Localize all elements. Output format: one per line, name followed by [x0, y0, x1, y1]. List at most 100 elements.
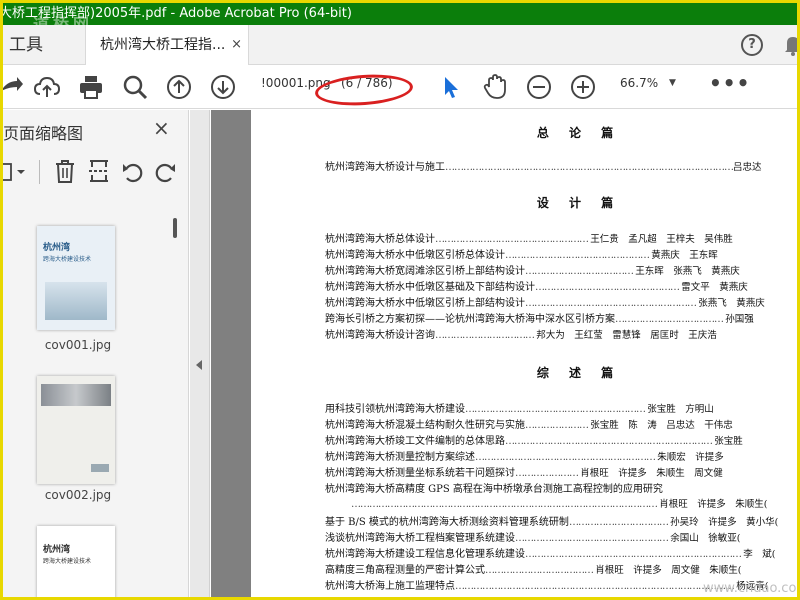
- entry-authors: 吕忠达: [733, 162, 762, 173]
- panel-collapse-strip[interactable]: [190, 110, 210, 597]
- watermark: www.cndao.com: [703, 581, 800, 596]
- entry-authors: 朱顺宏 许提多: [657, 452, 724, 463]
- entry-authors: 王仁贵 孟凡超 王梓夫 吴伟胜: [590, 234, 733, 245]
- entry-title: 杭州湾跨海大桥宽阔滩涂区引桥上部结构设计: [325, 266, 525, 277]
- extract-pages-icon[interactable]: [87, 158, 111, 184]
- document-view[interactable]: 总 论 篇 杭州湾跨海大桥设计与施工……………………………………………………………: [211, 110, 797, 597]
- trash-icon[interactable]: [53, 158, 77, 184]
- zoom-level[interactable]: 66.7%: [620, 76, 658, 90]
- zoom-in-icon[interactable]: [569, 73, 597, 101]
- thumbnail-page-3[interactable]: 杭州湾 跨海大桥建设技术: [37, 526, 115, 597]
- toc-entry: 杭州湾跨海大桥高精度 GPS 高程在海中桥墩承台测施工高程控制的应用研究: [325, 480, 797, 495]
- tab-tools[interactable]: 工具: [9, 25, 43, 65]
- toc-entry: 杭州湾跨海大桥水中低墩区引桥上部结构设计………………………………………………… …: [325, 294, 797, 309]
- toc-entry: 杭州湾跨海大桥宽阔滩涂区引桥上部结构设计……………………………… 王东晖 张燕飞…: [325, 262, 797, 277]
- entry-authors: 王东晖 张燕飞 黄燕庆: [635, 266, 740, 277]
- thumbnail-cover-title: 杭州湾: [43, 545, 71, 555]
- leader-dots: …………………………………………………………………………………: [455, 581, 737, 592]
- section-heading: 综 述 篇: [536, 366, 622, 380]
- entry-title: 杭州湾跨海大桥设计与施工: [325, 162, 445, 173]
- leader-dots: ………………………………………………………………: [525, 549, 744, 560]
- entry-authors: 李 斌(: [743, 549, 776, 560]
- entry-title: 杭州湾跨海大桥混凝土结构耐久性研究与实施: [325, 420, 525, 431]
- entry-title: 基于 B/S 模式的杭州湾跨海大桥测绘资料管理系统研制: [325, 517, 569, 528]
- pdf-page: 总 论 篇 杭州湾跨海大桥设计与施工……………………………………………………………: [251, 110, 797, 597]
- thumbnail-panel: 页面缩略图 × 杭州湾 跨海大桥建设技术 cov001.jpg cov002.j…: [0, 110, 189, 597]
- leader-dots: ………………………………: [615, 314, 726, 325]
- zoom-out-icon[interactable]: [525, 73, 553, 101]
- collapse-arrow-icon[interactable]: [196, 360, 202, 370]
- leader-dots: ……………………………………………………………………………………: [445, 162, 734, 173]
- entry-title: 用科技引领杭州湾跨海大桥建设: [325, 404, 465, 415]
- leader-dots: …………………: [515, 468, 581, 479]
- toc-entry: 杭州湾跨海大桥测量坐标系统若干问题探讨………………… 肖根旺 许提多 朱顺生 周…: [325, 464, 797, 479]
- zoom-search-icon[interactable]: [121, 73, 149, 101]
- print-icon[interactable]: [77, 73, 105, 101]
- toc-entry: 跨海长引桥之方案初探——论杭州湾跨海大桥海中深水区引桥方案………………………………: [325, 310, 797, 325]
- options-dropdown-icon[interactable]: [0, 160, 29, 184]
- entry-title: 杭州湾跨海大桥水中低墩区基础及下部结构设计: [325, 282, 535, 293]
- more-tools-icon[interactable]: •••: [709, 71, 750, 95]
- toc-entry: 杭州湾跨海大桥总体设计…………………………………………… 王仁贵 孟凡超 王梓夫…: [325, 230, 797, 245]
- thumbnail-barcode: [91, 464, 109, 472]
- thumbnail-cover-subtitle: 跨海大桥建设技术: [43, 256, 92, 263]
- entry-title: 杭州湾跨海大桥总体设计: [325, 234, 435, 245]
- entry-authors: 张燕飞 黄燕庆: [698, 298, 765, 309]
- upload-icon[interactable]: [33, 73, 61, 101]
- toc-entry: 杭州湾跨海大桥设计咨询…………………………… 邦大为 王红莹 雷慧锋 居匡时 王…: [325, 326, 797, 341]
- entry-authors: 张宝胜 陈 涛 吕忠达 干伟忠: [590, 420, 733, 431]
- leader-dots: ……………………………………………………: [465, 404, 648, 415]
- leader-dots: ………………………………: [485, 565, 596, 576]
- leader-dots: ……………………………………………………: [475, 452, 658, 463]
- toc-entry: 杭州湾跨海大桥水中低墩区引桥总体设计………………………………………… 黄燕庆 王…: [325, 246, 797, 261]
- leader-dots: …………………………………………………: [525, 298, 699, 309]
- entry-title: 浅谈杭州湾跨海大桥工程档案管理系统建设: [325, 533, 515, 544]
- thumbnail-label: cov002.jpg: [44, 488, 112, 502]
- entry-title: 杭州湾大桥海上施工监理特点: [325, 581, 455, 592]
- entry-authors: 雷文平 黄燕庆: [681, 282, 748, 293]
- entry-authors: 张宝胜: [714, 436, 743, 447]
- chevron-down-icon[interactable]: ▼: [669, 78, 676, 88]
- entry-authors: 肖根旺 许提多 朱顺生 周文健: [580, 468, 723, 479]
- entry-title: 杭州湾跨海大桥测量坐标系统若干问题探讨: [325, 468, 515, 479]
- entry-authors: 肖根旺 许提多 朱顺生(: [659, 499, 777, 510]
- title-bar: 大桥工程指挥部)2005年.pdf - Adobe Acrobat Pro (6…: [3, 3, 797, 25]
- thumbnail-page-2[interactable]: [37, 376, 115, 484]
- tab-bar: 工具 杭州湾大桥工程指... × ?: [3, 25, 800, 65]
- select-arrow-icon[interactable]: [437, 73, 465, 101]
- thumbnail-page-1[interactable]: 杭州湾 跨海大桥建设技术: [37, 226, 115, 330]
- panel-title: 页面缩略图: [3, 124, 84, 143]
- share-icon[interactable]: [0, 73, 25, 101]
- next-page-icon[interactable]: [209, 73, 237, 101]
- bell-icon[interactable]: [783, 34, 800, 56]
- leader-dots: …………………………………………………………………………………………: [351, 499, 660, 510]
- leader-dots: …………………………………………: [505, 250, 652, 261]
- entry-authors: 肖根旺 许提多 周文健 朱顺生(: [595, 565, 742, 576]
- entry-title: 杭州湾跨海大桥高精度 GPS 高程在海中桥墩承台测施工高程控制的应用研究: [325, 484, 663, 495]
- toc-entry: 杭州湾跨海大桥混凝土结构耐久性研究与实施………………… 张宝胜 陈 涛 吕忠达 …: [325, 416, 797, 431]
- toolbar: !00001.png (6 / 786) 66.7% ▼ •••: [0, 65, 797, 109]
- entry-authors: 孙吴玲 许提多 黄小华(: [670, 517, 788, 528]
- leader-dots: …………………………………………: [535, 282, 682, 293]
- tab-document[interactable]: 杭州湾大桥工程指... ×: [85, 25, 249, 65]
- toc-entry: 杭州湾跨海大桥测量控制方案综述…………………………………………………… 朱顺宏 …: [325, 448, 797, 463]
- tab-document-label: 杭州湾大桥工程指...: [100, 37, 226, 53]
- rotate-left-icon[interactable]: [121, 160, 145, 184]
- rotate-right-icon[interactable]: [153, 160, 177, 184]
- leader-dots: ………………………………: [525, 266, 636, 277]
- toc-entry: 浅谈杭州湾跨海大桥工程档案管理系统建设…………………………………………… 余国山…: [325, 529, 797, 544]
- section-heading: 总 论 篇: [536, 126, 622, 140]
- entry-authors: 余国山 徐敏亚(: [670, 533, 750, 544]
- divider: [39, 160, 40, 184]
- leader-dots: ……………………………: [435, 330, 537, 341]
- close-panel-icon[interactable]: ×: [153, 116, 170, 140]
- panel-scrollbar[interactable]: [173, 218, 177, 238]
- hand-tool-icon[interactable]: [481, 73, 509, 101]
- toc-entry: 用科技引领杭州湾跨海大桥建设…………………………………………………… 张宝胜 方…: [325, 400, 797, 415]
- toc-entry: 杭州湾跨海大桥设计与施工……………………………………………………………………………: [325, 158, 797, 173]
- close-icon[interactable]: ×: [231, 25, 242, 65]
- leader-dots: …………………: [525, 420, 591, 431]
- toc-entry: 杭州湾跨海大桥水中低墩区基础及下部结构设计………………………………………… 雷文…: [325, 278, 797, 293]
- help-icon[interactable]: ?: [741, 34, 763, 56]
- prev-page-icon[interactable]: [165, 73, 193, 101]
